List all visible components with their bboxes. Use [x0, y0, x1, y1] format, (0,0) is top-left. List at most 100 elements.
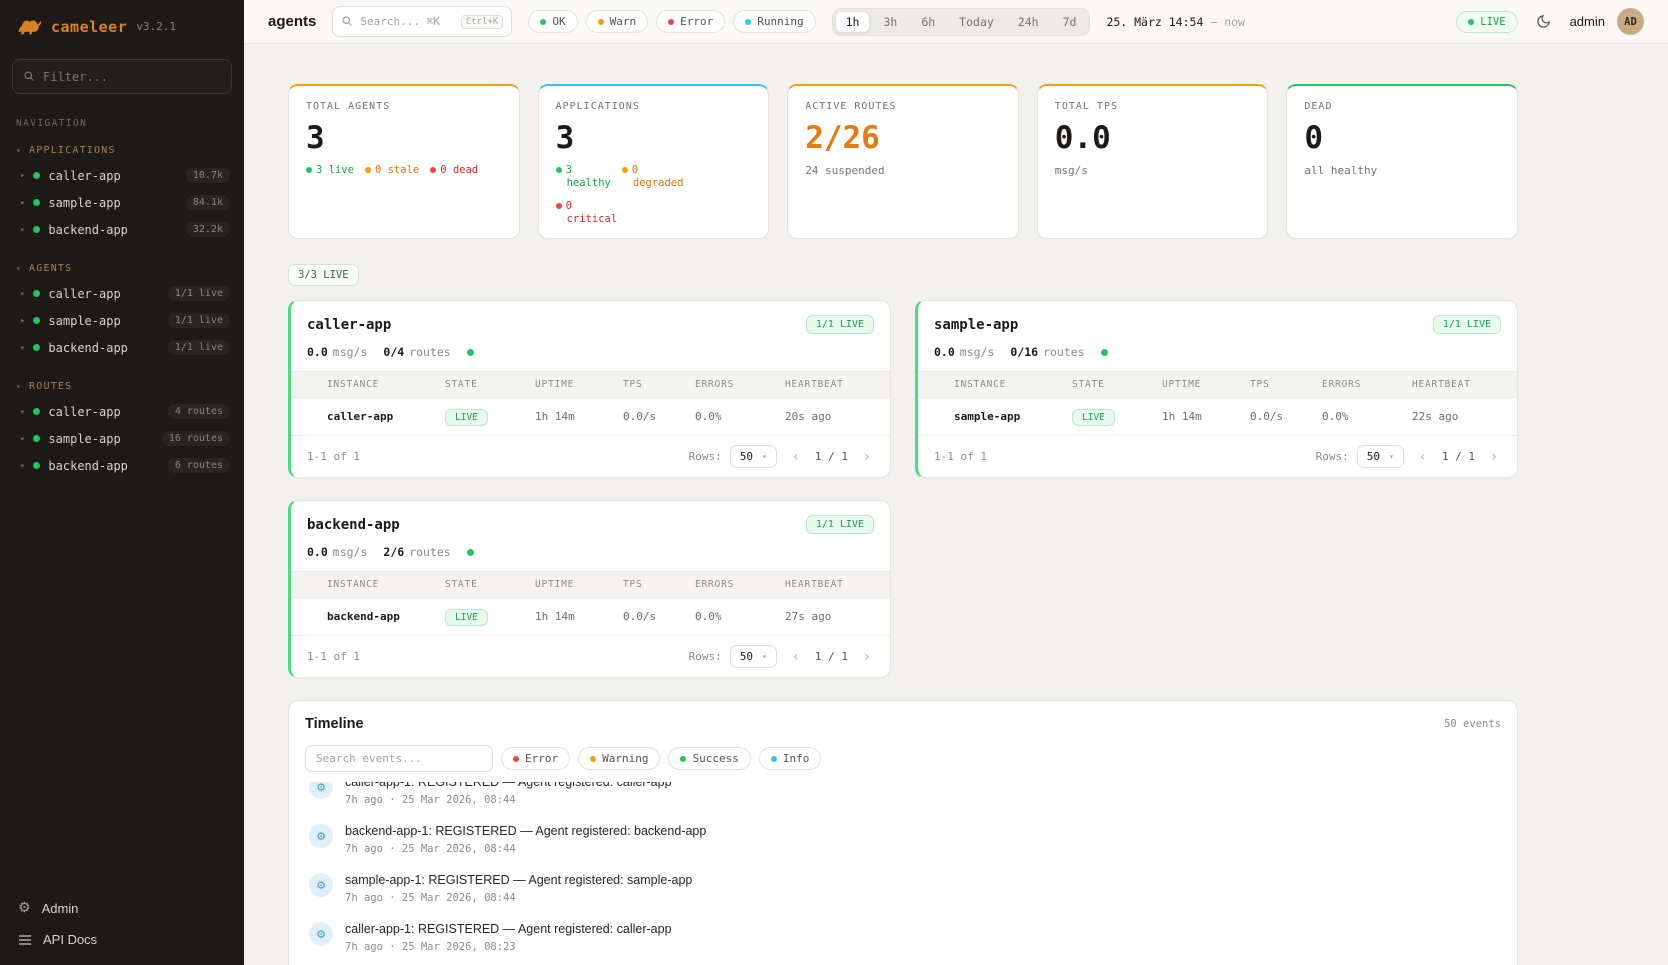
sidebar-item-routes-backend-app[interactable]: ▸ backend-app 6 routes: [0, 452, 244, 479]
event-filter-warning[interactable]: Warning: [578, 747, 660, 770]
filter-chip-ok[interactable]: OK: [528, 10, 577, 33]
sidebar-item-applications-caller-app[interactable]: ▸ caller-app 10.7k: [0, 162, 244, 189]
dark-mode-toggle[interactable]: [1530, 8, 1558, 36]
next-page-button[interactable]: ›: [856, 646, 878, 668]
heartbeat-cell: 20s ago: [777, 398, 890, 436]
event-item[interactable]: ⚙ caller-app-1: REGISTERED — Agent regis…: [305, 913, 1501, 962]
sidebar-item-admin[interactable]: ⚙ Admin: [18, 900, 226, 916]
rows-per-page-select[interactable]: 50 ▾: [730, 645, 777, 668]
instances-table: INSTANCE STATE UPTIME TPS ERRORS HEARTBE…: [291, 571, 890, 636]
section-header-applications[interactable]: ▾ APPLICATIONS: [0, 141, 244, 162]
activity-dot: [1101, 349, 1108, 356]
sidebar-item-agents-backend-app[interactable]: ▸ backend-app 1/1 live: [0, 334, 244, 361]
time-range-selector: 1h 3h 6h Today 24h 7d: [832, 8, 1091, 36]
routes-value: 0/16: [1010, 345, 1038, 359]
event-filter-success[interactable]: Success: [668, 747, 750, 770]
range-button-7d[interactable]: 7d: [1052, 11, 1088, 33]
prev-page-button[interactable]: ‹: [1412, 446, 1434, 468]
section-header-routes[interactable]: ▾ ROUTES: [0, 377, 244, 398]
sidebar-item-routes-sample-app[interactable]: ▸ sample-app 16 routes: [0, 425, 244, 452]
column-header: UPTIME: [1154, 372, 1242, 398]
column-header: INSTANCE: [319, 372, 437, 398]
stat-value: 2/26: [805, 121, 1001, 155]
chevron-right-icon: ▸: [20, 198, 25, 208]
chevron-down-icon: ▾: [16, 382, 22, 391]
live-dot: [1468, 19, 1474, 25]
global-search-input[interactable]: [360, 15, 453, 28]
avatar[interactable]: AD: [1617, 8, 1644, 35]
range-button-6h[interactable]: 6h: [910, 11, 946, 33]
table-pagination: 1-1 of 1 Rows: 50 ▾ ‹ 1 / 1 ›: [291, 436, 890, 477]
row-range: 1-1 of 1: [307, 450, 360, 463]
healthy-dot: [556, 167, 562, 173]
instance-row[interactable]: caller-app LIVE 1h 14m 0.0/s 0.0% 20s ag…: [291, 398, 890, 436]
errors-cell: 0.0%: [687, 598, 777, 636]
sidebar-item-applications-sample-app[interactable]: ▸ sample-app 84.1k: [0, 189, 244, 216]
chevron-right-icon: ▸: [20, 434, 25, 444]
status-dot: [33, 435, 40, 442]
rows-per-page-value: 50: [740, 650, 753, 663]
event-item[interactable]: ⚙ sample-app-1: REGISTERED — Agent regis…: [305, 864, 1501, 913]
stat-sub: msg/s: [1055, 164, 1251, 177]
range-button-today[interactable]: Today: [948, 11, 1005, 33]
range-button-3h[interactable]: 3h: [872, 11, 908, 33]
live-count-badge: 1/1 LIVE: [806, 515, 874, 534]
sidebar-item-label: caller-app: [48, 169, 177, 183]
prev-page-button[interactable]: ‹: [785, 446, 807, 468]
filter-chip-error[interactable]: Error: [656, 10, 725, 33]
stat-sub-num: 0: [566, 200, 572, 212]
section-header-agents[interactable]: ▾ AGENTS: [0, 259, 244, 280]
event-item[interactable]: ⚙ backend-app-1: REGISTERED — Agent regi…: [305, 815, 1501, 864]
next-page-button[interactable]: ›: [1483, 446, 1505, 468]
status-dot: [33, 408, 40, 415]
sidebar-item-api-docs[interactable]: API Docs: [18, 932, 226, 947]
sidebar-item-applications-backend-app[interactable]: ▸ backend-app 32.2k: [0, 216, 244, 243]
events-list[interactable]: ⚙ caller-app-1: REGISTERED — Agent regis…: [305, 782, 1501, 965]
status-filter-chips: OK Warn Error Running: [528, 10, 815, 33]
logo[interactable]: cameleer v3.2.1: [0, 14, 244, 39]
stat-sub-num: 0: [632, 164, 638, 176]
chevron-right-icon: ▸: [20, 289, 25, 299]
event-item[interactable]: ⚙ caller-app-1: REGISTERED — Agent regis…: [305, 782, 1501, 815]
app-panel-backend-app: backend-app 1/1 LIVE 0.0msg/s 2/6routes …: [288, 500, 891, 678]
range-button-24h[interactable]: 24h: [1007, 11, 1050, 33]
time-range-display: 25. März 14:54 — now: [1106, 15, 1245, 29]
warning-dot: [590, 756, 596, 762]
filter-chip-warn[interactable]: Warn: [586, 10, 649, 33]
tps-unit: msg/s: [960, 345, 995, 359]
sidebar-item-agents-sample-app[interactable]: ▸ sample-app 1/1 live: [0, 307, 244, 334]
status-dot: [33, 462, 40, 469]
column-header: STATE: [437, 572, 527, 598]
success-dot: [680, 756, 686, 762]
timeline-title: Timeline: [305, 716, 364, 732]
sidebar-item-badge: 10.7k: [186, 168, 230, 183]
event-filter-error[interactable]: Error: [501, 747, 570, 770]
stat-sub: all healthy: [1304, 164, 1500, 177]
live-summary-badge: 3/3 LIVE: [288, 264, 359, 286]
sidebar-item-badge: 32.2k: [186, 222, 230, 237]
instance-row[interactable]: sample-app LIVE 1h 14m 0.0/s 0.0% 22s ag…: [918, 398, 1517, 436]
column-header: UPTIME: [527, 572, 615, 598]
range-button-1h[interactable]: 1h: [835, 11, 871, 33]
running-status-dot: [745, 19, 751, 25]
filter-chip-running[interactable]: Running: [733, 10, 815, 33]
next-page-button[interactable]: ›: [856, 446, 878, 468]
column-header: HEARTBEAT: [777, 372, 890, 398]
rows-per-page-select[interactable]: 50 ▾: [1357, 445, 1404, 468]
error-dot: [513, 756, 519, 762]
stat-sub: 24 suspended: [805, 164, 1001, 177]
navigation-label: NAVIGATION: [0, 118, 244, 129]
instance-row[interactable]: backend-app LIVE 1h 14m 0.0/s 0.0% 27s a…: [291, 598, 890, 636]
warn-status-dot: [598, 19, 604, 25]
event-filter-info[interactable]: Info: [759, 747, 822, 770]
rows-per-page-select[interactable]: 50 ▾: [730, 445, 777, 468]
camel-logo-icon: [16, 14, 42, 39]
chip-label: Info: [783, 752, 810, 765]
sidebar-item-agents-caller-app[interactable]: ▸ caller-app 1/1 live: [0, 280, 244, 307]
prev-page-button[interactable]: ‹: [785, 646, 807, 668]
activity-dot: [467, 349, 474, 356]
column-header: HEARTBEAT: [777, 572, 890, 598]
sidebar-item-routes-caller-app[interactable]: ▸ caller-app 4 routes: [0, 398, 244, 425]
events-search-input[interactable]: [305, 745, 493, 772]
sidebar-filter-input[interactable]: [43, 70, 221, 84]
